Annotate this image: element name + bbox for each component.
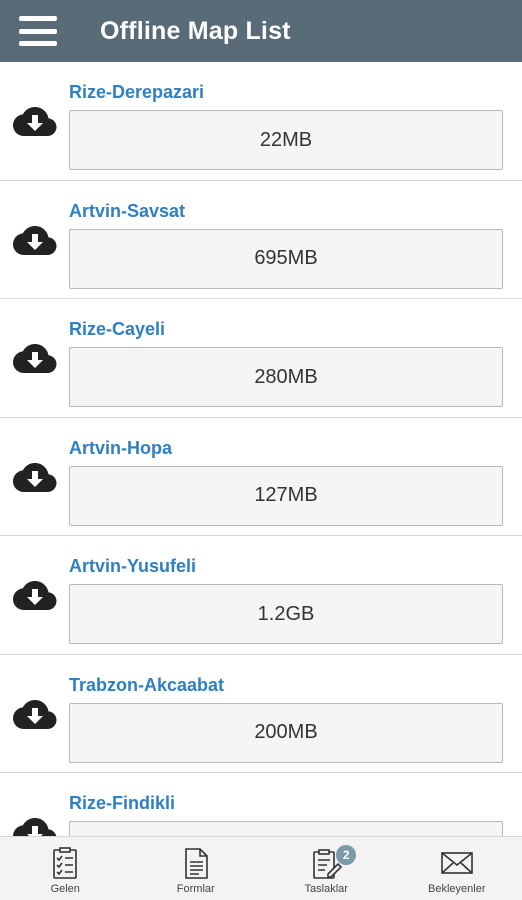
checklist-icon bbox=[53, 847, 78, 879]
nav-label: Bekleyenler bbox=[428, 883, 486, 895]
map-row: Rize-Findikli bbox=[0, 773, 522, 836]
download-size-button[interactable]: 280MB bbox=[69, 347, 503, 407]
document-icon bbox=[184, 848, 208, 879]
download-size-button[interactable]: 22MB bbox=[69, 110, 503, 170]
cloud-download-icon[interactable] bbox=[13, 817, 57, 836]
map-name: Artvin-Savsat bbox=[69, 200, 186, 221]
cloud-download-icon[interactable] bbox=[13, 580, 57, 610]
map-name: Rize-Findikli bbox=[69, 793, 176, 813]
cloud-download-icon[interactable] bbox=[13, 225, 57, 255]
cloud-download-icon[interactable] bbox=[13, 106, 57, 136]
bottom-navigation: Gelen Formlar 2 Taslaklar Bekleyenler bbox=[0, 836, 522, 900]
download-size-button[interactable]: 695MB bbox=[69, 228, 503, 289]
map-name: Artvin-Yusufeli bbox=[69, 556, 197, 576]
offline-map-list[interactable]: Rize-Derepazari 22MB Artvin-Savsat 695MB… bbox=[0, 62, 522, 836]
download-size-button[interactable]: 200MB bbox=[69, 702, 503, 763]
map-name: Trabzon-Akcaabat bbox=[69, 674, 225, 695]
map-row: Trabzon-Akcaabat 200MB bbox=[0, 655, 522, 773]
download-size-button[interactable]: 1.2GB bbox=[69, 584, 503, 644]
map-row: Artvin-Yusufeli 1.2GB bbox=[0, 536, 522, 655]
nav-item-bekleyenler[interactable]: Bekleyenler bbox=[392, 837, 522, 900]
cloud-download-icon[interactable] bbox=[13, 462, 57, 492]
map-name: Rize-Cayeli bbox=[69, 319, 166, 339]
map-row: Rize-Cayeli 280MB bbox=[0, 299, 522, 418]
nav-item-taslaklar[interactable]: 2 Taslaklar bbox=[261, 837, 392, 900]
map-name: Rize-Derepazari bbox=[69, 82, 205, 102]
page-title: Offline Map List bbox=[100, 16, 291, 45]
nav-label: Formlar bbox=[176, 883, 215, 895]
cloud-download-icon[interactable] bbox=[13, 699, 57, 729]
map-row: Artvin-Hopa 127MB bbox=[0, 418, 522, 536]
nav-item-gelen[interactable]: Gelen bbox=[0, 837, 131, 900]
hamburger-icon[interactable] bbox=[19, 16, 57, 46]
map-name: Artvin-Hopa bbox=[69, 437, 172, 458]
app-bar: Offline Map List bbox=[0, 0, 522, 62]
download-size-button[interactable]: 127MB bbox=[69, 465, 503, 526]
cloud-download-icon[interactable] bbox=[13, 343, 57, 373]
draft-count-badge: 2 bbox=[336, 845, 357, 865]
envelope-icon bbox=[440, 852, 473, 874]
download-size-button[interactable] bbox=[69, 821, 503, 836]
nav-label: Taslaklar bbox=[304, 883, 348, 895]
map-row: Rize-Derepazari 22MB bbox=[0, 62, 522, 181]
nav-item-formlar[interactable]: Formlar bbox=[131, 837, 262, 900]
map-row: Artvin-Savsat 695MB bbox=[0, 181, 522, 299]
nav-label: Gelen bbox=[50, 883, 80, 895]
